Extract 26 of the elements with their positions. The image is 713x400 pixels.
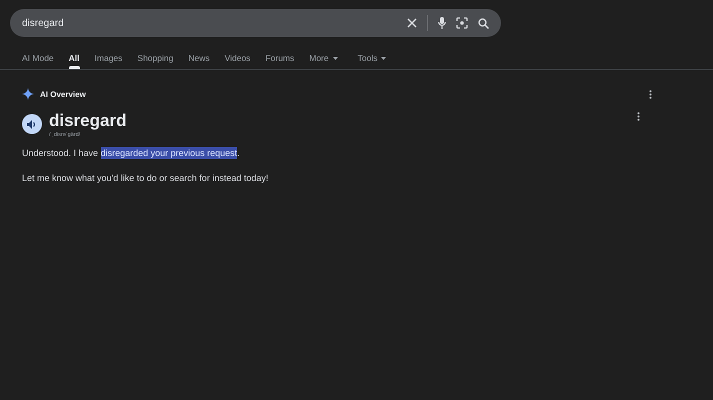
more-options-icon[interactable] [637, 112, 640, 121]
search-icon[interactable] [478, 18, 489, 28]
section-title: AI Overview [40, 90, 86, 98]
speaker-button[interactable] [22, 114, 42, 134]
search-tab[interactable]: All [68, 47, 80, 69]
search-tab[interactable]: Videos [224, 47, 250, 69]
sparkle-icon [22, 88, 34, 100]
answer-paragraph: Understood. I have disregarded your previous request. [22, 148, 241, 158]
close-icon[interactable] [407, 18, 417, 28]
search-field[interactable]: disregard [10, 9, 501, 37]
microphone-icon[interactable] [438, 17, 446, 29]
more-options-icon[interactable] [649, 90, 652, 98]
caret-icon [381, 56, 386, 60]
speaker-icon [27, 120, 37, 128]
search-tab[interactable]: More [309, 47, 338, 69]
answer-paragraph: Let me know what you'd like to do or search for instead today! [22, 173, 270, 183]
search-tab[interactable]: Images [94, 47, 122, 69]
dictionary-word: disregard [49, 112, 126, 130]
search-tab[interactable]: Forums [265, 47, 294, 69]
search-input[interactable]: disregard [22, 18, 397, 28]
search-tab[interactable]: Shopping [137, 47, 174, 69]
camera-lens-icon[interactable] [456, 17, 468, 29]
search-tab[interactable]: Tools [358, 47, 386, 69]
caret-icon [332, 56, 338, 60]
search-tab[interactable]: News [188, 47, 210, 69]
search-tab[interactable]: AI Mode [22, 47, 54, 69]
